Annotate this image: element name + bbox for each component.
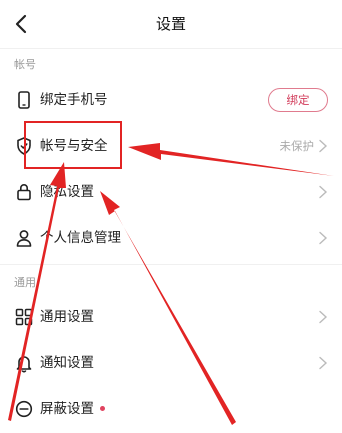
- header-bar: 设置: [0, 0, 342, 48]
- phone-icon: [18, 91, 30, 109]
- row-block-settings[interactable]: 屏蔽设置: [0, 386, 342, 432]
- lock-icon: [17, 184, 31, 201]
- row-label: 个人信息管理: [40, 230, 121, 246]
- bell-icon: [16, 356, 32, 373]
- chevron-right-icon: [319, 356, 328, 370]
- annotation-highlight-box: [24, 121, 122, 169]
- red-dot-badge: [100, 406, 105, 411]
- person-icon: [16, 230, 32, 247]
- section-title-general: 通用: [14, 276, 36, 289]
- row-personal-info[interactable]: 个人信息管理: [0, 215, 342, 261]
- page-title: 设置: [155, 15, 186, 33]
- chevron-right-icon: [319, 185, 328, 199]
- chevron-right-icon: [319, 310, 328, 324]
- row-general-settings[interactable]: 通用设置: [0, 294, 342, 340]
- row-notification-settings[interactable]: 通知设置: [0, 340, 342, 386]
- block-icon: [15, 400, 33, 418]
- row-bind-phone[interactable]: 绑定手机号 绑定: [0, 77, 342, 123]
- chevron-right-icon: [319, 231, 328, 245]
- row-label: 通知设置: [40, 355, 94, 371]
- status-text: 未保护: [279, 139, 315, 153]
- bind-button[interactable]: 绑定: [268, 88, 328, 112]
- row-label: 绑定手机号: [40, 92, 108, 108]
- section-title-account: 帐号: [14, 58, 36, 71]
- row-label: 隐私设置: [40, 184, 94, 200]
- header-divider: [0, 48, 342, 49]
- section-divider: [0, 264, 342, 265]
- row-label: 通用设置: [40, 309, 94, 325]
- chevron-right-icon: [319, 139, 328, 153]
- row-label: 屏蔽设置: [40, 401, 94, 417]
- grid-icon: [15, 308, 33, 326]
- row-privacy[interactable]: 隐私设置: [0, 169, 342, 215]
